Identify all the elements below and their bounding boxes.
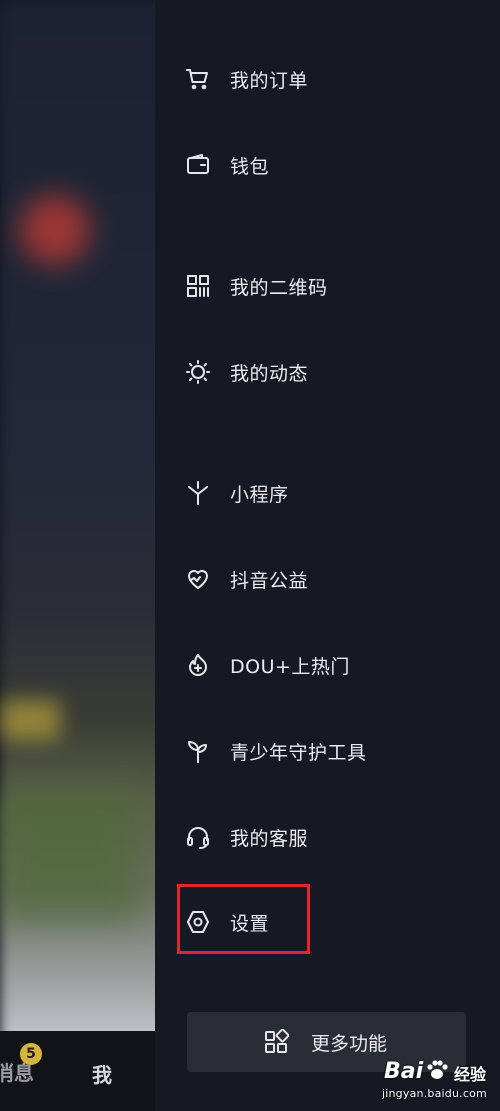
menu-item-label: 小程序 <box>230 483 289 506</box>
menu-item-label: 我的动态 <box>230 362 309 385</box>
menu-item-moments[interactable]: 我的动态 <box>185 350 475 394</box>
screen: 消息 5 我 我的订单 钱包 我的二维码 我的动态 小程序 抖音公益 DOU+上… <box>0 0 500 1111</box>
menu-item-qrcode[interactable]: 我的二维码 <box>185 264 475 308</box>
watermark-logo: Bai <box>384 1059 424 1084</box>
mini-program-icon <box>185 480 211 506</box>
menu-item-mini-program[interactable]: 小程序 <box>185 471 475 515</box>
settings-highlight-box <box>177 884 310 954</box>
menu-item-dou-plus[interactable]: DOU+上热门 <box>185 643 475 687</box>
menu-item-wallet[interactable]: 钱包 <box>185 143 475 187</box>
menu-item-label: 我的二维码 <box>230 276 328 299</box>
menu-item-label: 抖音公益 <box>230 569 309 592</box>
menu-item-youth-guard[interactable]: 青少年守护工具 <box>185 729 475 773</box>
menu-item-label: 钱包 <box>230 155 270 178</box>
headset-icon <box>185 824 211 850</box>
more-features-label: 更多功能 <box>311 1032 388 1055</box>
menu-item-label: 我的客服 <box>230 827 309 850</box>
background-app-blurred <box>0 0 170 1111</box>
menu-item-charity[interactable]: 抖音公益 <box>185 557 475 601</box>
qrcode-icon <box>185 273 211 299</box>
watermark-url: jingyan.baidu.com <box>382 1087 487 1100</box>
cart-icon <box>185 66 211 92</box>
baidu-paw-icon <box>424 1057 450 1083</box>
background-blur-red <box>20 195 90 265</box>
grid-icon <box>263 1028 290 1055</box>
menu-item-customer-service[interactable]: 我的客服 <box>185 815 475 859</box>
menu-item-label: 我的订单 <box>230 69 309 92</box>
watermark-suffix: 经验 <box>454 1065 487 1084</box>
menu-item-label: DOU+上热门 <box>230 655 350 678</box>
flame-plus-icon <box>185 652 211 678</box>
background-blur-green <box>0 790 140 920</box>
sun-icon <box>185 359 211 385</box>
heart-charity-icon <box>185 566 211 592</box>
sprout-icon <box>185 738 211 764</box>
messages-badge: 5 <box>20 1043 42 1065</box>
menu-item-label: 青少年守护工具 <box>230 741 367 764</box>
nav-me[interactable]: 我 <box>92 1059 112 1088</box>
menu-item-orders[interactable]: 我的订单 <box>185 57 475 101</box>
bottom-nav: 消息 5 我 <box>0 1031 155 1111</box>
background-blur-yellow <box>0 700 60 740</box>
baidu-jingyan-watermark: Bai 经验 jingyan.baidu.com <box>378 1055 500 1111</box>
wallet-icon <box>185 152 211 178</box>
